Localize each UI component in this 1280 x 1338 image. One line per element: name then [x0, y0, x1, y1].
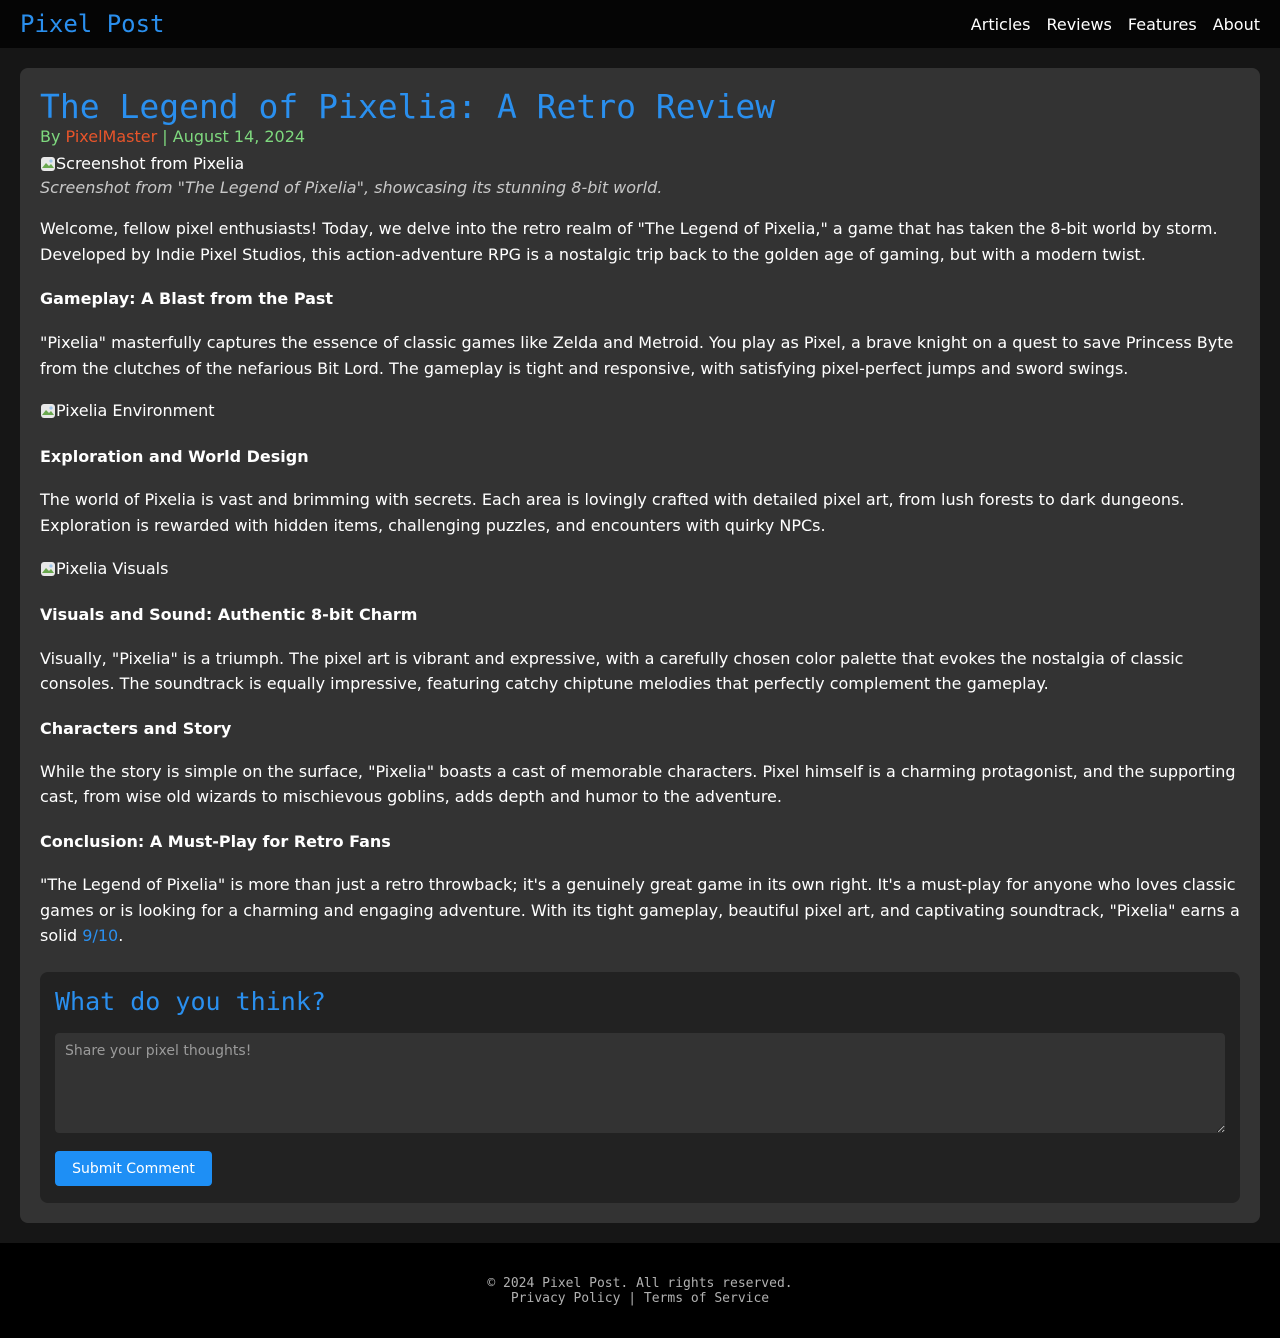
publish-date: August 14, 2024 [172, 127, 306, 146]
section-text-gameplay: "Pixelia" masterfully captures the essen… [40, 333, 1234, 378]
byline-prefix: By [40, 127, 66, 146]
comment-input[interactable] [55, 1033, 1225, 1133]
conclusion-end: . [118, 926, 124, 946]
nav-features[interactable]: Features [1128, 15, 1197, 34]
broken-image-icon [40, 156, 56, 172]
nav-articles[interactable]: Articles [971, 15, 1031, 34]
section-heading-conclusion: Conclusion: A Must-Play for Retro Fans [40, 831, 391, 851]
privacy-policy-link[interactable]: Privacy Policy [511, 1291, 621, 1306]
site-logo[interactable]: Pixel Post [20, 10, 165, 38]
section-heading-gameplay: Gameplay: A Blast from the Past [40, 289, 334, 309]
article-title: The Legend of Pixelia: A Retro Review [40, 87, 776, 126]
page-footer: © 2024 Pixel Post. All rights reserved. … [0, 1243, 1280, 1338]
section-text-conclusion: "The Legend of Pixelia" is more than jus… [40, 872, 1240, 949]
comment-section: What do you think? Submit Comment [40, 972, 1240, 1203]
byline-separator: | [157, 127, 173, 146]
broken-image-icon [40, 403, 56, 419]
section-text-visuals: Visually, "Pixelia" is a triumph. The pi… [40, 648, 1184, 694]
footer-links: Privacy Policy | Terms of Service [0, 1291, 1280, 1306]
submit-comment-button[interactable]: Submit Comment [55, 1151, 212, 1186]
author-name[interactable]: PixelMaster [66, 127, 158, 146]
visuals-image: Pixelia Visuals [40, 558, 1240, 580]
conclusion-text: "The Legend of Pixelia" is more than jus… [40, 874, 1240, 946]
copyright-text: © 2024 Pixel Post. All rights reserved. [487, 1276, 793, 1291]
broken-image-icon [40, 561, 56, 577]
nav-reviews[interactable]: Reviews [1046, 15, 1111, 34]
hero-caption: Screenshot from "The Legend of Pixelia",… [40, 178, 663, 197]
hero-image: Screenshot from Pixelia [40, 153, 1240, 175]
article-card: The Legend of Pixelia: A Retro Review By… [20, 68, 1260, 1223]
section-heading-exploration: Exploration and World Design [40, 447, 309, 467]
environment-image-alt: Pixelia Environment [56, 401, 215, 421]
top-navigation-bar: Pixel Post Articles Reviews Features Abo… [0, 0, 1280, 48]
terms-of-service-link[interactable]: Terms of Service [644, 1291, 769, 1306]
nav-about[interactable]: About [1213, 15, 1260, 34]
environment-image: Pixelia Environment [40, 400, 1240, 422]
score-link[interactable]: 9/10 [82, 926, 118, 945]
footer-separator: | [620, 1291, 644, 1306]
hero-image-alt: Screenshot from Pixelia [56, 154, 245, 173]
section-heading-visuals: Visuals and Sound: Authentic 8-bit Charm [40, 604, 418, 624]
section-heading-characters: Characters and Story [40, 718, 232, 738]
visuals-image-alt: Pixelia Visuals [56, 558, 169, 578]
comment-heading: What do you think? [55, 987, 326, 1016]
section-text-characters: While the story is simple on the surface… [40, 761, 1236, 807]
article-byline: By PixelMaster | August 14, 2024 [40, 126, 1240, 148]
main-nav: Articles Reviews Features About [971, 15, 1260, 34]
section-text-exploration: The world of Pixelia is vast and brimmin… [40, 490, 1185, 535]
intro-paragraph: Welcome, fellow pixel enthusiasts! Today… [40, 219, 1218, 264]
